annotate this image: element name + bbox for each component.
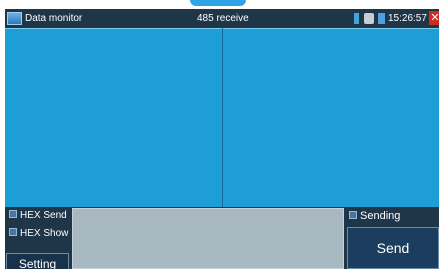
send-data-input[interactable] [72,208,344,269]
checkbox-icon [349,211,357,220]
checkbox-icon [9,228,17,237]
data-monitor-screen: Data monitor 485 receive 15:26:57 ✕ HEX … [0,0,439,269]
mode-label: 485 receive [197,13,249,24]
hex-send-label: HEX Send [20,210,67,221]
window-title: Data monitor [25,13,83,24]
clock: 15:26:57 [388,13,427,24]
hex-show-label: HEX Show [20,228,69,239]
app-icon [7,12,22,25]
control-panel: HEX Send HEX Show Setting Sending Send [5,207,439,269]
network-icon [364,13,374,24]
sending-checkbox[interactable]: Sending [349,209,400,223]
display-divider [222,28,223,207]
title-bar: Data monitor 485 receive 15:26:57 ✕ [5,9,439,28]
setting-button[interactable]: Setting [6,253,69,269]
checkbox-icon [9,210,17,219]
send-button[interactable]: Send [347,227,439,269]
hex-show-checkbox[interactable]: HEX Show [9,227,68,241]
hex-send-checkbox[interactable]: HEX Send [9,209,67,223]
top-pull-tab[interactable] [190,0,246,6]
close-button[interactable]: ✕ [429,11,439,25]
signal-icon [354,13,359,24]
sending-label: Sending [360,210,401,222]
battery-icon [378,13,385,24]
